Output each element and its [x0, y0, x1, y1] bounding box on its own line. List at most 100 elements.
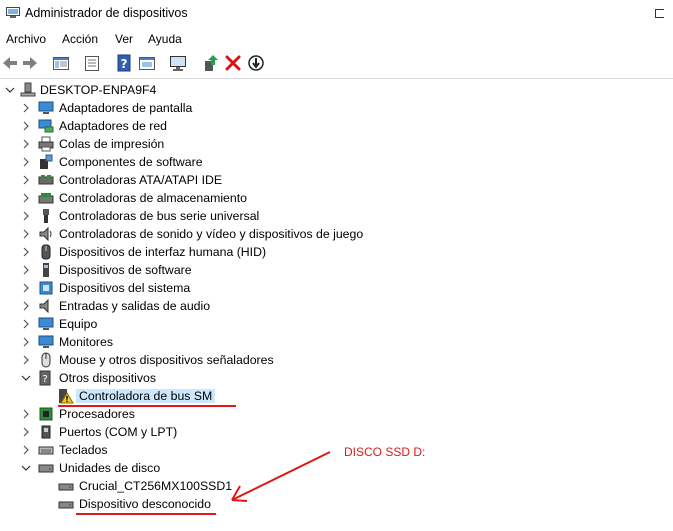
port-icon [38, 424, 54, 440]
chevron-right-icon[interactable] [20, 318, 32, 330]
tree-item-hid[interactable]: Dispositivos de interfaz humana (HID) [0, 243, 673, 261]
annotation-arrow [231, 451, 331, 502]
tree-item-unidades-disco[interactable]: Unidades de disco [0, 459, 673, 477]
tree-item-componentes-software[interactable]: Componentes de software [0, 153, 673, 171]
back-arrow-icon[interactable] [0, 53, 20, 73]
tree-item-label: Crucial_CT256MX100SSD1 [79, 479, 233, 493]
tree-item-label: Teclados [59, 443, 108, 457]
audio-icon [38, 298, 54, 314]
chevron-down-icon[interactable] [20, 462, 32, 474]
chevron-right-icon[interactable] [20, 408, 32, 420]
tree-root[interactable]: DESKTOP-ENPA9F4 [0, 81, 673, 99]
speaker-icon [38, 226, 54, 242]
disk-icon [58, 478, 74, 494]
chevron-right-icon[interactable] [20, 444, 32, 456]
toolbar-divider [0, 78, 673, 79]
tree-item-crucial-ssd[interactable]: Crucial_CT256MX100SSD1 [0, 477, 673, 495]
usb-icon [38, 208, 54, 224]
tree-item-label: Monitores [59, 335, 113, 349]
tree-item-monitores[interactable]: Monitores [0, 333, 673, 351]
forward-arrow-icon[interactable] [20, 53, 40, 73]
tree-item-dispositivos-sistema[interactable]: Dispositivos del sistema [0, 279, 673, 297]
maximize-button[interactable] [655, 9, 664, 18]
software-device-icon [38, 262, 54, 278]
chevron-right-icon[interactable] [20, 174, 32, 186]
tree-item-label: Controladoras de bus serie universal [59, 209, 260, 223]
tree-item-label: Controladoras ATA/ATAPI IDE [59, 173, 223, 187]
tree-item-label: Dispositivos del sistema [59, 281, 191, 295]
chevron-right-icon[interactable] [20, 354, 32, 366]
tree-item-teclados[interactable]: Teclados [0, 441, 673, 459]
tree-item-label: Controladora de bus SM [76, 389, 216, 403]
computer-icon [20, 82, 36, 98]
tree-item-audio[interactable]: Entradas y salidas de audio [0, 297, 673, 315]
tree-item-dispositivo-desconocido[interactable]: Dispositivo desconocido [0, 495, 673, 513]
red-underline-mark [76, 513, 216, 515]
software-component-icon [38, 154, 54, 170]
chevron-right-icon[interactable] [20, 228, 32, 240]
display-adapter-icon [38, 100, 54, 116]
tree-item-label: Otros dispositivos [59, 371, 157, 385]
chevron-down-icon[interactable] [20, 372, 32, 384]
chevron-right-icon[interactable] [20, 192, 32, 204]
chevron-right-icon[interactable] [20, 156, 32, 168]
tree-item-procesadores[interactable]: Procesadores [0, 405, 673, 423]
chevron-right-icon[interactable] [20, 210, 32, 222]
warning-device-icon: ! [58, 388, 74, 404]
tree-item-equipo[interactable]: Equipo [0, 315, 673, 333]
menu-archivo[interactable]: Archivo [6, 32, 46, 46]
window-title: Administrador de dispositivos [25, 6, 188, 20]
action-icon[interactable] [137, 53, 157, 73]
tree-item-label: Componentes de software [59, 155, 203, 169]
disable-icon[interactable] [246, 53, 266, 73]
chevron-right-icon[interactable] [20, 246, 32, 258]
chevron-right-icon[interactable] [20, 426, 32, 438]
tree-item-label: Unidades de disco [59, 461, 161, 475]
menu-accion[interactable]: Acción [62, 32, 98, 46]
tree-item-label: Dispositivos de software [59, 263, 192, 277]
tree-item-otros-dispositivos[interactable]: ? Otros dispositivos [0, 369, 673, 387]
chevron-right-icon[interactable] [20, 264, 32, 276]
tree-item-adaptadores-red[interactable]: Adaptadores de red [0, 117, 673, 135]
menu-ver[interactable]: Ver [115, 32, 133, 46]
mouse-icon [38, 352, 54, 368]
title-bar: Administrador de dispositivos [0, 0, 673, 28]
tree-item-mouse[interactable]: Mouse y otros dispositivos señaladores [0, 351, 673, 369]
hid-icon [38, 244, 54, 260]
chevron-down-icon[interactable] [4, 84, 16, 96]
chevron-right-icon[interactable] [20, 138, 32, 150]
tree-item-colas-impresion[interactable]: Colas de impresión [0, 135, 673, 153]
chevron-right-icon[interactable] [20, 336, 32, 348]
monitor-scan-icon[interactable] [168, 53, 188, 73]
tree-item-label: Adaptadores de red [59, 119, 168, 133]
tree-item-label: Mouse y otros dispositivos señaladores [59, 353, 274, 367]
tree-item-adaptadores-pantalla[interactable]: Adaptadores de pantalla [0, 99, 673, 117]
processor-icon [38, 406, 54, 422]
help-icon[interactable]: ? [114, 53, 134, 73]
menu-ayuda[interactable]: Ayuda [148, 32, 182, 46]
tree-item-controladora-bus-sm[interactable]: ! Controladora de bus SM [0, 387, 673, 405]
other-devices-icon: ? [38, 370, 54, 386]
svg-text:?: ? [42, 374, 47, 385]
toolbar: ? [0, 51, 673, 75]
chevron-right-icon[interactable] [20, 102, 32, 114]
uninstall-icon[interactable] [223, 53, 243, 73]
chevron-right-icon[interactable] [20, 282, 32, 294]
tree-root-label: DESKTOP-ENPA9F4 [40, 83, 157, 97]
tree-item-label: Controladoras de sonido y vídeo y dispos… [59, 227, 364, 241]
tree-item-controladoras-ata[interactable]: Controladoras ATA/ATAPI IDE [0, 171, 673, 189]
chevron-right-icon[interactable] [20, 120, 32, 132]
tree-item-label: Puertos (COM y LPT) [59, 425, 178, 439]
tree-item-dispositivos-software[interactable]: Dispositivos de software [0, 261, 673, 279]
tree-item-label: Equipo [59, 317, 98, 331]
tree-item-puertos[interactable]: Puertos (COM y LPT) [0, 423, 673, 441]
tree-item-controladoras-usb[interactable]: Controladoras de bus serie universal [0, 207, 673, 225]
device-manager-app-icon [6, 7, 20, 18]
chevron-right-icon[interactable] [20, 300, 32, 312]
printer-icon [38, 136, 54, 152]
tree-item-controladoras-sonido[interactable]: Controladoras de sonido y vídeo y dispos… [0, 225, 673, 243]
show-hide-tree-icon[interactable] [51, 53, 71, 73]
update-driver-icon[interactable] [201, 53, 221, 73]
properties-icon[interactable] [82, 53, 102, 73]
tree-item-controladoras-almacenamiento[interactable]: Controladoras de almacenamiento [0, 189, 673, 207]
